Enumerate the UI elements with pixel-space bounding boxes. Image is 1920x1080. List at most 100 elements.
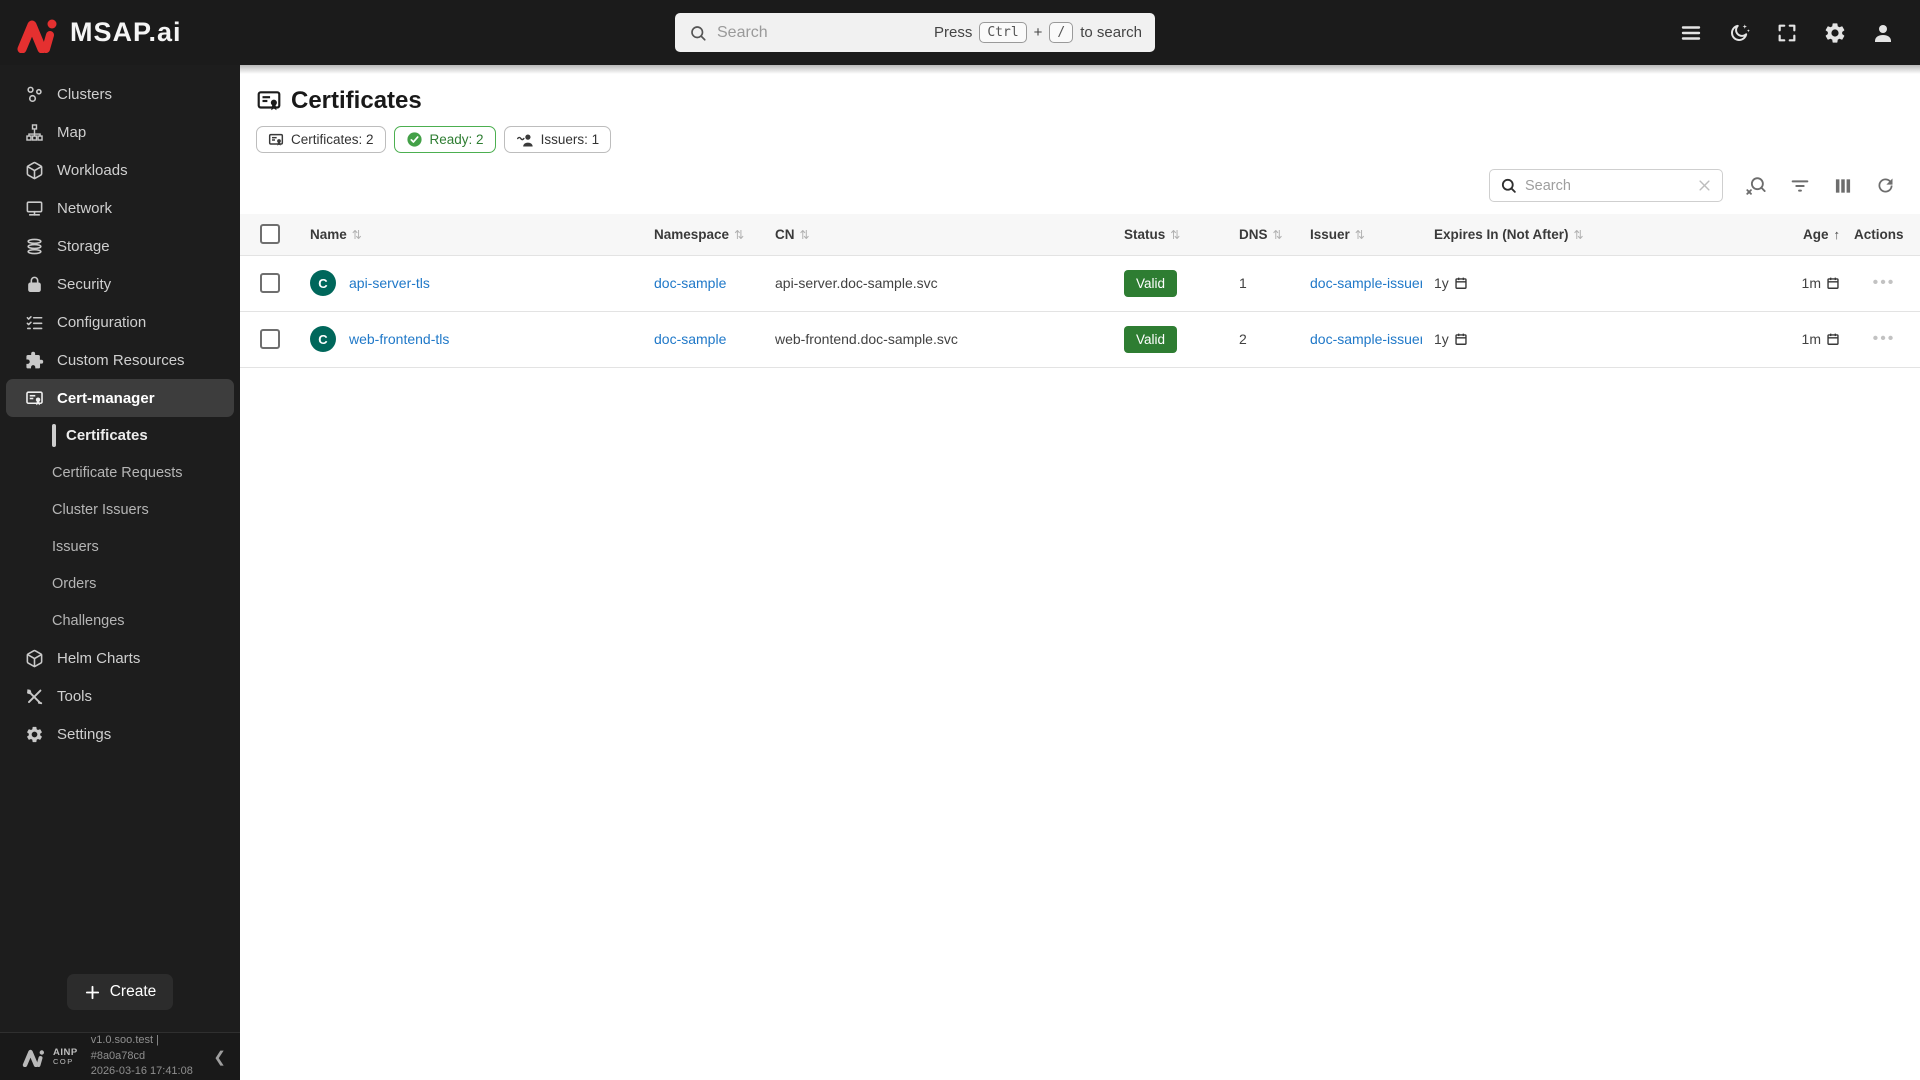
status-badge: Valid <box>1124 325 1178 353</box>
calendar-icon <box>1455 277 1467 289</box>
sidebar-subitem-issuers[interactable]: Issuers <box>0 528 240 565</box>
sidebar-item-workloads[interactable]: Workloads <box>0 151 240 189</box>
sidebar-item-custom-resources[interactable]: Custom Resources <box>0 341 240 379</box>
issuer-link[interactable]: doc-sample-issuer <box>1310 275 1422 291</box>
certificate-name-link[interactable]: api-server-tls <box>349 275 430 291</box>
helm-charts-icon <box>25 649 44 668</box>
row-actions-menu-icon[interactable]: ••• <box>1873 274 1896 291</box>
calendar-icon <box>1827 277 1839 289</box>
global-search[interactable]: Press Ctrl + / to search <box>675 13 1155 52</box>
table-row[interactable]: C api-server-tls doc-sample api-server.d… <box>240 255 1920 312</box>
search-icon <box>1500 177 1517 194</box>
clear-search-icon[interactable] <box>1697 178 1712 193</box>
menu-icon[interactable] <box>1678 20 1704 46</box>
map-icon <box>25 123 44 142</box>
sidebar-item-map[interactable]: Map <box>0 113 240 151</box>
table-row[interactable]: C web-frontend-tls doc-sample web-fronte… <box>240 311 1920 368</box>
sidebar-subitem-certificate-requests[interactable]: Certificate Requests <box>0 454 240 491</box>
create-button[interactable]: Create <box>66 974 174 1010</box>
namespace-link[interactable]: doc-sample <box>654 331 726 347</box>
sort-ascending-icon: ↑ <box>1833 226 1841 242</box>
row-checkbox[interactable] <box>260 329 280 349</box>
brand[interactable]: MSAP.ai <box>0 13 182 53</box>
sort-icon: ⇅ <box>1573 227 1584 242</box>
advanced-search-icon[interactable] <box>1745 175 1767 197</box>
sidebar-item-helm-charts[interactable]: Helm Charts <box>0 639 240 677</box>
column-header-issuer[interactable]: Issuer ⇅ <box>1298 214 1422 256</box>
collapse-sidebar-icon[interactable]: ❮ <box>211 1048 228 1066</box>
certificate-avatar: C <box>310 270 336 296</box>
column-header-age[interactable]: Age ↑ <box>1772 214 1848 256</box>
sort-icon: ⇅ <box>799 227 810 242</box>
cn-cell: api-server.doc-sample.svc <box>763 255 1112 312</box>
refresh-icon[interactable] <box>1875 175 1896 196</box>
sidebar-footer: AINP COP v1.0.soo.test | #8a0a78cd 2026-… <box>0 1032 240 1080</box>
namespace-link[interactable]: doc-sample <box>654 275 726 291</box>
sidebar-item-security[interactable]: Security <box>0 265 240 303</box>
fullscreen-icon[interactable] <box>1774 20 1800 46</box>
column-header-dns[interactable]: DNS ⇅ <box>1227 214 1298 256</box>
column-header-cn[interactable]: CN ⇅ <box>763 214 1112 256</box>
sort-icon: ⇅ <box>1170 227 1181 242</box>
sidebar-subitem-certificates[interactable]: Certificates <box>0 417 240 454</box>
gear-icon <box>25 725 44 744</box>
sidebar-item-settings[interactable]: Settings <box>0 715 240 753</box>
topbar-icons <box>1678 0 1896 65</box>
column-header-namespace[interactable]: Namespace ⇅ <box>642 214 763 256</box>
sidebar-item-configuration[interactable]: Configuration <box>0 303 240 341</box>
checklist-icon <box>25 313 44 332</box>
sidebar-subitem-challenges[interactable]: Challenges <box>0 602 240 639</box>
sidebar-item-cert-manager[interactable]: Cert-manager <box>6 379 234 417</box>
select-all-checkbox[interactable] <box>260 224 280 245</box>
column-header-name[interactable]: Name ⇅ <box>298 214 642 256</box>
active-indicator-bar <box>52 424 56 447</box>
plus-icon <box>85 985 99 999</box>
cn-cell: web-frontend.doc-sample.svc <box>763 311 1112 368</box>
clusters-icon <box>25 85 44 104</box>
expires-cell: 1y <box>1422 255 1772 312</box>
network-icon <box>25 199 44 218</box>
sort-icon: ⇅ <box>1272 227 1283 242</box>
topbar: MSAP.ai Press Ctrl + / to search <box>0 0 1920 65</box>
tools-icon <box>25 687 44 706</box>
global-search-input[interactable] <box>717 23 924 42</box>
table-header-row: Name ⇅ Namespace ⇅ CN ⇅ Status ⇅ DNS ⇅ Issuer… <box>240 214 1920 256</box>
sort-icon: ⇅ <box>734 227 745 242</box>
sidebar-subitem-orders[interactable]: Orders <box>0 565 240 602</box>
column-header-expires[interactable]: Expires In (Not After) ⇅ <box>1422 214 1772 256</box>
footer-version: v1.0.soo.test | #8a0a78cd 2026-03-16 17:… <box>91 1033 205 1080</box>
sidebar: Clusters Map Workloads Network Storage S <box>0 65 240 1080</box>
certificate-name-link[interactable]: web-frontend-tls <box>349 331 449 347</box>
table-search[interactable] <box>1489 169 1723 202</box>
age-cell: 1m <box>1772 311 1848 368</box>
sidebar-item-storage[interactable]: Storage <box>0 227 240 265</box>
status-badge: Valid <box>1124 269 1178 297</box>
issuer-key-person-icon <box>516 132 534 148</box>
lock-icon <box>25 275 44 294</box>
dark-mode-icon[interactable] <box>1726 20 1752 46</box>
age-cell: 1m <box>1772 255 1848 312</box>
sidebar-item-clusters[interactable]: Clusters <box>0 75 240 113</box>
ready-count-chip: Ready: 2 <box>393 126 496 153</box>
column-header-status[interactable]: Status ⇅ <box>1112 214 1227 256</box>
ainp-logo-icon <box>22 1049 44 1067</box>
sidebar-item-network[interactable]: Network <box>0 189 240 227</box>
issuer-link[interactable]: doc-sample-issuer <box>1310 331 1422 347</box>
certificate-avatar: C <box>310 326 336 352</box>
sidebar-item-tools[interactable]: Tools <box>0 677 240 715</box>
user-icon[interactable] <box>1870 20 1896 46</box>
search-icon <box>691 25 706 41</box>
ctrl-key: Ctrl <box>979 22 1027 43</box>
table-toolbar <box>240 153 1920 214</box>
page-title: Certificates <box>256 87 1920 115</box>
sidebar-subitem-cluster-issuers[interactable]: Cluster Issuers <box>0 491 240 528</box>
table-search-input[interactable] <box>1525 177 1689 194</box>
calendar-icon <box>1455 333 1467 345</box>
filter-icon[interactable] <box>1789 175 1811 197</box>
row-actions-menu-icon[interactable]: ••• <box>1873 330 1896 347</box>
row-checkbox[interactable] <box>260 273 280 293</box>
slash-key: / <box>1049 22 1074 43</box>
settings-gear-icon[interactable] <box>1822 20 1848 46</box>
columns-icon[interactable] <box>1833 176 1853 196</box>
